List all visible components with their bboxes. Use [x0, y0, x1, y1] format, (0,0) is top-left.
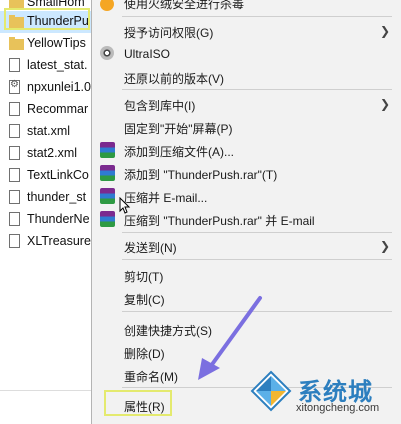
menu-label: 重命名(M): [124, 370, 178, 384]
file-name: XLTreasure: [27, 234, 91, 248]
menu-label: 包含到库中(I): [124, 99, 196, 113]
menu-label: 固定到"开始"屏幕(P): [124, 122, 233, 136]
mouse-cursor-icon: [119, 197, 131, 214]
menu-item-ultraiso[interactable]: UltraISO: [92, 43, 401, 65]
file-name: thunder_st: [27, 190, 87, 204]
properties-highlight-box: [104, 390, 172, 416]
menu-separator: [122, 16, 392, 17]
chevron-right-icon: ❯: [379, 24, 390, 38]
file-item-recommar[interactable]: Recommar: [0, 99, 92, 121]
menu-item-restore-previous[interactable]: 还原以前的版本(V): [92, 66, 401, 88]
file-item-yellowtips[interactable]: YellowTips: [0, 33, 92, 55]
winrar-icon: [100, 165, 115, 181]
chevron-right-icon: ❯: [379, 239, 390, 253]
menu-label: 删除(D): [124, 347, 165, 361]
menu-label: 剪切(T): [124, 270, 164, 284]
selection-highlight-box: [4, 8, 90, 30]
menu-label: 压缩到 "ThunderPush.rar" 并 E-mail: [124, 214, 315, 228]
menu-label: UltraISO: [124, 47, 171, 61]
menu-label: 压缩并 E-mail...: [124, 191, 208, 205]
file-icon: [9, 168, 20, 182]
file-list: SmallHom ThunderPu YellowTips latest_sta…: [0, 0, 92, 422]
watermark: 系统城 xitongcheng.com: [250, 366, 400, 421]
file-name: Recommar: [27, 102, 89, 116]
menu-item-add-archive[interactable]: 添加到压缩文件(A)...: [92, 139, 401, 161]
file-name: YellowTips: [27, 36, 86, 50]
file-name: npxunlei1.0: [27, 80, 91, 94]
menu-label: 添加到压缩文件(A)...: [124, 145, 234, 159]
file-icon: [9, 234, 20, 248]
menu-label: 使用火绒安全进行杀毒: [124, 0, 245, 11]
menu-item-include-library[interactable]: 包含到库中(I) ❯: [92, 93, 401, 115]
folder-icon: [9, 37, 24, 50]
menu-separator: [122, 232, 392, 233]
file-item-xltreasure[interactable]: XLTreasure: [0, 231, 92, 253]
file-name: latest_stat.: [27, 58, 88, 72]
file-item-thunder-st[interactable]: thunder_st: [0, 187, 92, 209]
file-item-textlinkco[interactable]: TextLinkCo: [0, 165, 92, 187]
menu-item-antivirus-scan[interactable]: 使用火绒安全进行杀毒: [92, 0, 401, 16]
menu-label: 还原以前的版本(V): [124, 72, 224, 86]
file-icon: [9, 102, 20, 116]
menu-separator: [122, 89, 392, 90]
file-item-stat-xml[interactable]: stat.xml: [0, 121, 92, 143]
file-name: stat.xml: [27, 124, 71, 138]
file-item-npxunlei[interactable]: npxunlei1.0: [0, 77, 92, 99]
file-icon: [9, 212, 20, 226]
watermark-url: xitongcheng.com: [296, 402, 380, 414]
menu-item-add-rar[interactable]: 添加到 "ThunderPush.rar"(T): [92, 162, 401, 184]
file-icon: [9, 190, 20, 204]
winrar-icon: [100, 142, 115, 158]
winrar-icon: [100, 188, 115, 204]
gear-file-icon: [9, 79, 20, 94]
menu-item-cut[interactable]: 剪切(T): [92, 264, 401, 286]
status-strip: [0, 390, 92, 422]
menu-item-grant-access[interactable]: 授予访问权限(G) ❯: [92, 20, 401, 42]
file-item-thunderne[interactable]: ThunderNe: [0, 209, 92, 231]
menu-item-send-to[interactable]: 发送到(N) ❯: [92, 235, 401, 257]
menu-item-pin-start[interactable]: 固定到"开始"屏幕(P): [92, 116, 401, 138]
file-icon: [9, 58, 20, 72]
file-item-latest-stat[interactable]: latest_stat.: [0, 55, 92, 77]
file-icon: [9, 124, 20, 138]
file-name: TextLinkCo: [27, 168, 89, 182]
disc-icon: [100, 46, 114, 60]
menu-label: 复制(C): [124, 293, 165, 307]
file-icon: [9, 146, 20, 160]
file-name: stat2.xml: [27, 146, 78, 160]
watermark-logo-icon: [250, 370, 292, 412]
menu-item-compress-email[interactable]: 压缩并 E-mail...: [92, 185, 401, 207]
winrar-icon: [100, 211, 115, 227]
chevron-right-icon: ❯: [379, 97, 390, 111]
file-item-stat2-xml[interactable]: stat2.xml: [0, 143, 92, 165]
menu-label: 发送到(N): [124, 241, 177, 255]
shield-icon: [100, 0, 114, 11]
menu-separator: [122, 259, 392, 260]
menu-label: 授予访问权限(G): [124, 26, 214, 40]
menu-label: 添加到 "ThunderPush.rar"(T): [124, 168, 278, 182]
menu-item-compress-rar-email[interactable]: 压缩到 "ThunderPush.rar" 并 E-mail: [92, 208, 401, 230]
file-name: ThunderNe: [27, 212, 90, 226]
